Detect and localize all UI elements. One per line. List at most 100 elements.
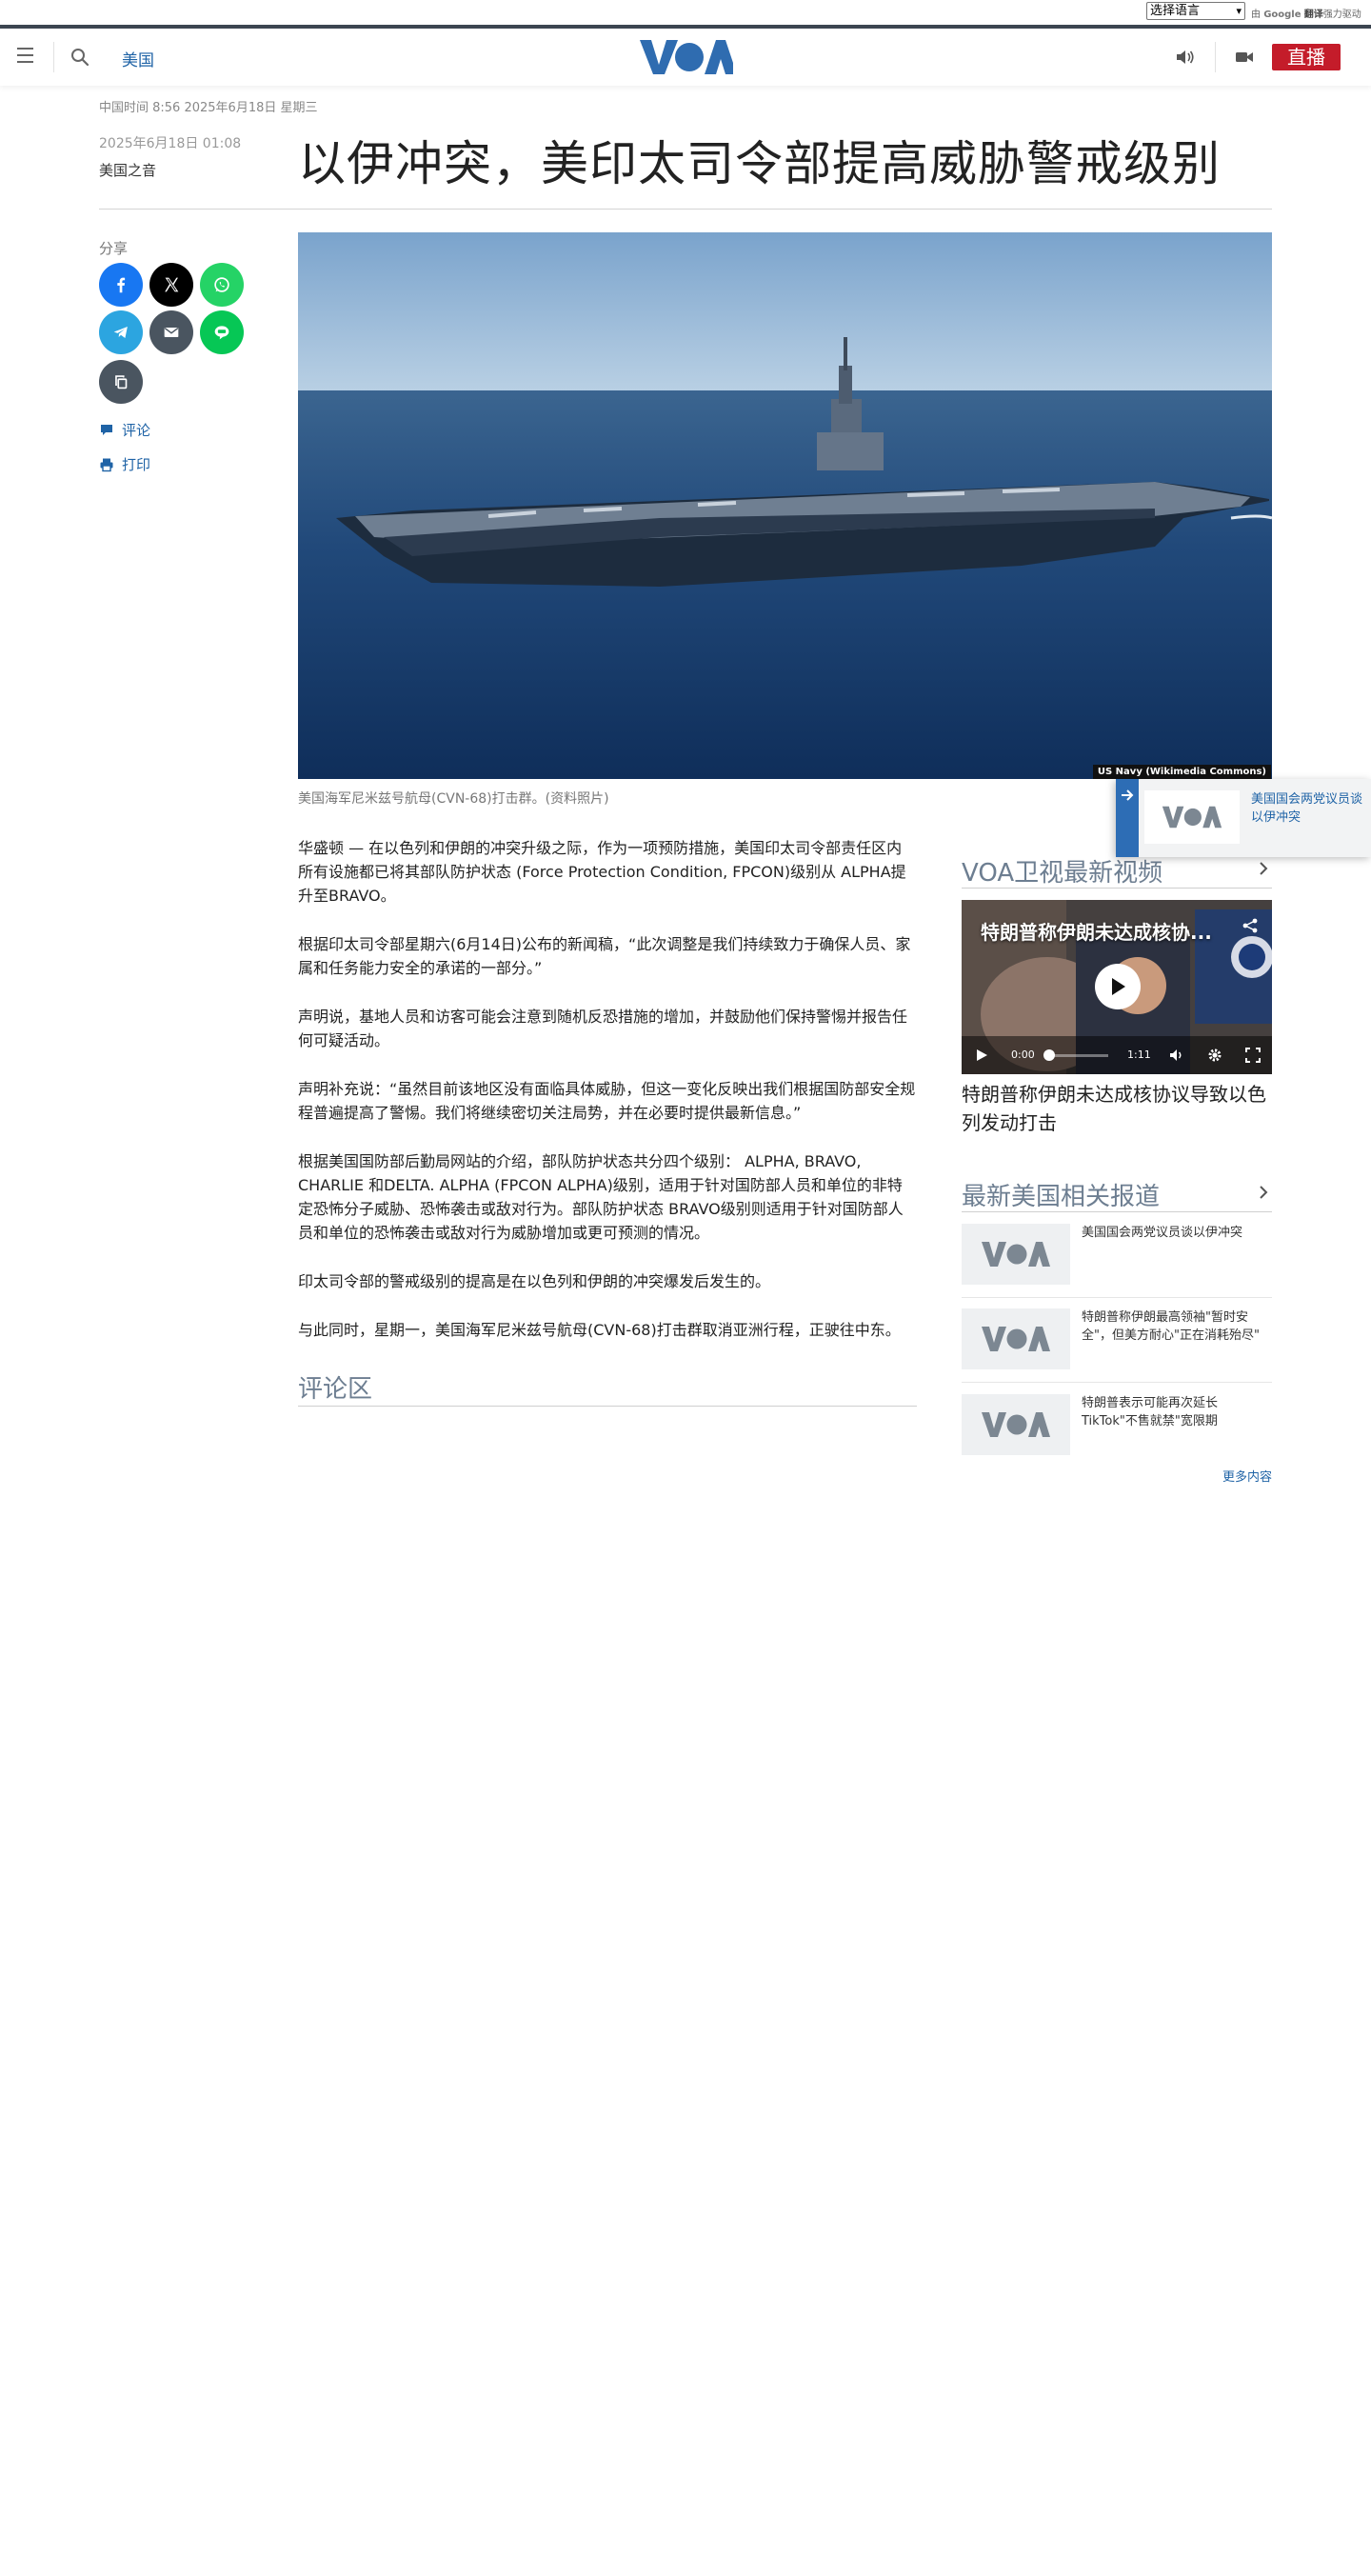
voa-logo[interactable] bbox=[638, 36, 733, 78]
next-story-headline: 美国国会两党议员谈以伊冲突 bbox=[1251, 792, 1363, 825]
video-section-divider bbox=[962, 888, 1272, 889]
video-player[interactable]: 特朗普称伊朗未达成核协... 0:00 1:11 bbox=[962, 900, 1272, 1074]
hero-image: US Navy (Wikimedia Commons) bbox=[298, 232, 1272, 779]
publish-date: 2025年6月18日 01:08 bbox=[99, 136, 242, 151]
language-select-value: 选择语言 bbox=[1150, 4, 1201, 18]
paragraph: 根据美国国防部后勤局网站的介绍，部队防护状态共分四个级别： ALPHA, BRA… bbox=[298, 1152, 904, 1242]
facebook-icon bbox=[117, 277, 126, 293]
image-credit: US Navy (Wikimedia Commons) bbox=[1092, 765, 1271, 779]
news-headline: 特朗普表示可能再次延长TikTok"不售就禁"宽限期 bbox=[1082, 1396, 1219, 1428]
paragraph: 华盛顿 — 在以色列和伊朗的冲突升级之际，作为一项预防措施，美国印太司令部责任区… bbox=[298, 839, 906, 905]
whatsapp-share-button[interactable] bbox=[200, 263, 244, 307]
google-logo: Google bbox=[1263, 10, 1301, 20]
news-item[interactable]: 美国国会两党议员谈以伊冲突 bbox=[962, 1224, 1272, 1285]
translate-link[interactable]: 翻译 bbox=[1304, 10, 1323, 20]
header-divider bbox=[1215, 42, 1216, 72]
image-caption: 美国海军尼米兹号航母(CVN-68)打击群。(资料照片) bbox=[298, 791, 609, 807]
news-section-title[interactable]: 最新美国相关报道 bbox=[962, 1177, 1160, 1212]
volume-icon[interactable] bbox=[1169, 1048, 1184, 1063]
progress-handle[interactable] bbox=[1043, 1049, 1055, 1061]
comment-icon bbox=[101, 424, 112, 435]
next-story-card[interactable]: 美国国会两党议员谈以伊冲突 bbox=[1116, 779, 1371, 857]
section-link[interactable]: 美国 bbox=[122, 47, 154, 70]
duration: 1:11 bbox=[1127, 1048, 1151, 1061]
line-icon bbox=[214, 326, 229, 340]
video-title: 特朗普称伊朗未达成核协... bbox=[981, 921, 1212, 944]
search-icon[interactable] bbox=[69, 46, 91, 69]
video-controls: 0:00 1:11 bbox=[962, 1036, 1272, 1074]
comment-link[interactable]: 评论 bbox=[99, 420, 150, 440]
voa-logo bbox=[1162, 806, 1222, 829]
news-thumbnail bbox=[962, 1224, 1070, 1285]
paragraph: 印太司令部的警戒级别的提高是在以色列和伊朗的冲突爆发后发生的。 bbox=[298, 1272, 771, 1290]
news-item[interactable]: 特朗普称伊朗最高领袖"暂时安全"，但美方耐心"正在消耗殆尽" bbox=[962, 1308, 1272, 1369]
audio-icon[interactable] bbox=[1175, 48, 1196, 67]
news-thumbnail bbox=[962, 1308, 1070, 1369]
print-label: 打印 bbox=[122, 456, 151, 473]
news-item[interactable]: 特朗普表示可能再次延长TikTok"不售就禁"宽限期 bbox=[962, 1394, 1272, 1455]
hamburger-menu-icon[interactable] bbox=[17, 48, 36, 65]
paragraph: 声明说，基地人员和访客可能会注意到随机反恐措施的增加，并鼓励他们保持警惕并报告任… bbox=[298, 1008, 908, 1049]
chevron-right-icon[interactable] bbox=[1257, 1186, 1270, 1199]
video-headline[interactable]: 特朗普称伊朗未达成核协议导致以色列发动打击 bbox=[962, 1080, 1272, 1137]
video-section-title[interactable]: VOA卫视最新视频 bbox=[962, 853, 1162, 889]
voa-logo bbox=[982, 1412, 1050, 1437]
news-divider bbox=[962, 1297, 1272, 1298]
voa-logo bbox=[982, 1327, 1050, 1351]
whatsapp-icon bbox=[214, 277, 229, 292]
chevron-right-icon[interactable] bbox=[1257, 862, 1270, 875]
telegram-icon bbox=[113, 327, 128, 338]
news-section-divider bbox=[962, 1211, 1272, 1212]
next-story-thumbnail bbox=[1144, 790, 1240, 844]
next-story-accent bbox=[1116, 779, 1139, 857]
article-body: 华盛顿 — 在以色列和伊朗的冲突升级之际，作为一项预防措施，美国印太司令部责任区… bbox=[298, 836, 917, 1367]
arrow-right-icon bbox=[1122, 789, 1134, 801]
share-label: 分享 bbox=[99, 240, 129, 257]
voa-logo bbox=[982, 1242, 1050, 1267]
play-button[interactable] bbox=[1095, 964, 1141, 1009]
site-header: 美国 直播 bbox=[0, 29, 1371, 86]
news-thumbnail bbox=[962, 1394, 1070, 1455]
live-button[interactable]: 直播 bbox=[1272, 44, 1341, 70]
news-divider bbox=[962, 1382, 1272, 1383]
language-select[interactable]: 选择语言 ▾ bbox=[1146, 2, 1245, 20]
x-icon bbox=[165, 277, 179, 292]
translate-bar: 选择语言 ▾ 由 Google 翻译强力驱动 bbox=[0, 0, 1371, 25]
news-headline: 美国国会两党议员谈以伊冲突 bbox=[1082, 1226, 1243, 1240]
powered-prefix: 由 bbox=[1251, 10, 1261, 20]
chevron-down-icon: ▾ bbox=[1236, 5, 1242, 17]
paragraph: 与此同时，星期一，美国海军尼米兹号航母(CVN-68)打击群取消亚洲行程，正驶往… bbox=[298, 1321, 901, 1339]
article-title: 以伊冲突，美印太司令部提高威胁警戒级别 bbox=[298, 136, 1221, 191]
email-share-button[interactable] bbox=[149, 310, 193, 354]
copy-link-icon bbox=[115, 375, 128, 389]
printer-icon bbox=[100, 458, 113, 471]
news-headline: 特朗普称伊朗最高领袖"暂时安全"，但美方耐心"正在消耗殆尽" bbox=[1082, 1310, 1260, 1343]
play-icon bbox=[1112, 978, 1125, 995]
paragraph: 声明补充说：“虽然目前该地区没有面临具体威胁，但这一变化反映出我们根据国防部安全… bbox=[298, 1080, 916, 1122]
telegram-share-button[interactable] bbox=[99, 310, 143, 354]
title-divider bbox=[99, 209, 1272, 210]
fullscreen-icon[interactable] bbox=[1245, 1048, 1261, 1063]
comment-label: 评论 bbox=[122, 422, 151, 439]
translate-powered-by: 由 Google 翻译强力驱动 bbox=[1251, 6, 1361, 20]
aircraft-carrier-image bbox=[298, 232, 1272, 779]
print-link[interactable]: 打印 bbox=[99, 454, 150, 474]
comments-title: 评论区 bbox=[298, 1375, 373, 1404]
line-share-button[interactable] bbox=[200, 310, 244, 354]
author[interactable]: 美国之音 bbox=[99, 160, 156, 180]
comments-divider bbox=[298, 1406, 917, 1407]
x-share-button[interactable] bbox=[149, 263, 193, 307]
china-time: 中国时间 8:56 2025年6月18日 星期三 bbox=[99, 101, 318, 115]
paragraph: 根据印太司令部星期六(6月14日)公布的新闻稿，“此次调整是我们持续致力于确保人… bbox=[298, 935, 911, 977]
copy-link-button[interactable] bbox=[99, 360, 143, 404]
video-camera-icon[interactable] bbox=[1234, 48, 1255, 67]
header-divider bbox=[53, 42, 54, 72]
current-time: 0:00 bbox=[1011, 1048, 1035, 1061]
powered-suffix: 强力驱动 bbox=[1322, 10, 1361, 20]
email-icon bbox=[164, 327, 179, 338]
share-icon[interactable] bbox=[1242, 917, 1259, 934]
facebook-share-button[interactable] bbox=[99, 263, 143, 307]
more-link[interactable]: 更多内容 bbox=[1222, 1467, 1272, 1485]
play-icon[interactable] bbox=[975, 1048, 988, 1062]
settings-gear-icon[interactable] bbox=[1207, 1048, 1222, 1063]
